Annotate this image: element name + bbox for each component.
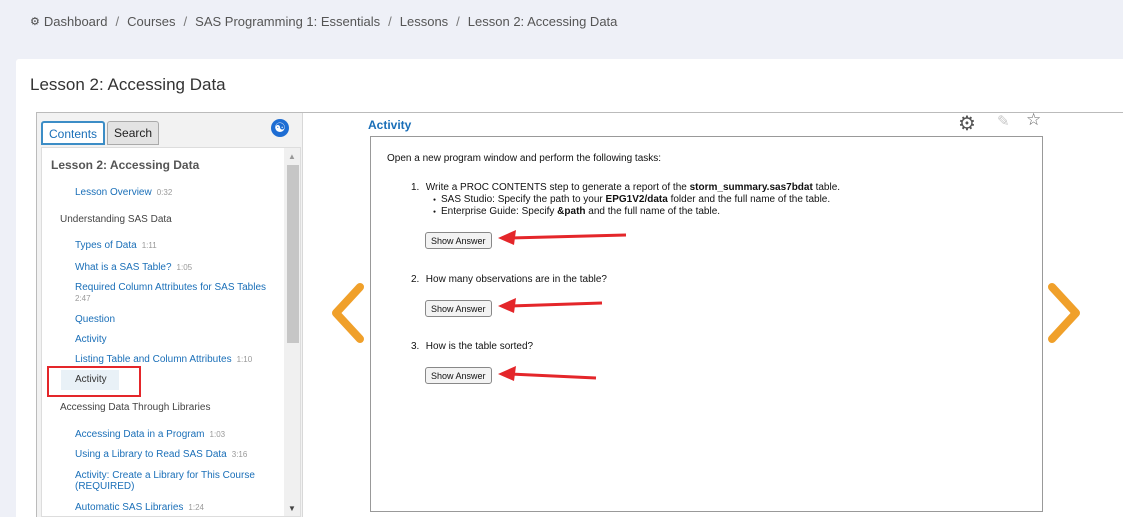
toc-item-listing-attributes[interactable]: Listing Table and Column Attributes 1:10 bbox=[75, 354, 252, 365]
toc-item-lesson-overview[interactable]: Lesson Overview 0:32 bbox=[75, 187, 172, 198]
question-bold-text: storm_summary.sas7bdat bbox=[689, 182, 813, 193]
toc-item-accessing-data-program[interactable]: Accessing Data in a Program 1:03 bbox=[75, 429, 225, 440]
toc-section-accessing-libraries[interactable]: Accessing Data Through Libraries bbox=[60, 402, 210, 413]
breadcrumb-courses[interactable]: Courses bbox=[127, 14, 175, 29]
question-text: Write a PROC CONTENTS step to generate a… bbox=[425, 182, 690, 193]
toc-item-duration: 1:05 bbox=[176, 263, 193, 272]
breadcrumb-current: Lesson 2: Accessing Data bbox=[467, 14, 618, 29]
table-of-contents: Lesson 2: Accessing Data Lesson Overview… bbox=[41, 147, 301, 517]
page-title: Lesson 2: Accessing Data bbox=[30, 75, 226, 94]
toc-item-duration: 1:03 bbox=[209, 430, 226, 439]
toc-item-duration: 1:11 bbox=[141, 241, 157, 250]
toc-item-activity[interactable]: Activity bbox=[75, 334, 107, 345]
bullet-text: SAS Studio: Specify the path to your bbox=[441, 194, 606, 205]
toc-item-label: Activity: Create a Library for This Cour… bbox=[75, 470, 255, 481]
toc-item-label: Lesson Overview bbox=[75, 187, 152, 198]
bullet-text: and the full name of the table. bbox=[585, 206, 721, 217]
toc-item-label: Using a Library to Read SAS Data bbox=[75, 449, 227, 460]
toc-item-label: Listing Table and Column Attributes bbox=[75, 354, 232, 365]
tab-contents[interactable]: Contents bbox=[41, 121, 106, 145]
question-1: 1. Write a PROC CONTENTS step to generat… bbox=[411, 182, 840, 193]
tab-search[interactable]: Search bbox=[107, 121, 160, 145]
annotation-arrow bbox=[498, 230, 627, 245]
toc-heading[interactable]: Lesson 2: Accessing Data bbox=[51, 158, 199, 172]
accessibility-icon[interactable]: ☯ bbox=[271, 119, 289, 137]
question-1-bullet-1: SAS Studio: Specify the path to your EPG… bbox=[433, 194, 831, 205]
toc-section-understanding[interactable]: Understanding SAS Data bbox=[60, 214, 172, 225]
activity-panel: Open a new program window and perform th… bbox=[370, 136, 1043, 512]
toc-item-label: Required Column Attributes for SAS Table… bbox=[75, 282, 267, 293]
bullet-bold-text: &path bbox=[557, 206, 586, 217]
toc-item-using-library[interactable]: Using a Library to Read SAS Data 3:16 bbox=[75, 449, 247, 460]
toc-item-types-of-data[interactable]: Types of Data 1:11 bbox=[75, 240, 157, 251]
breadcrumb-separator: / bbox=[456, 14, 460, 29]
annotation-highlight-box bbox=[47, 366, 141, 397]
star-icon[interactable]: ☆ bbox=[1026, 110, 1041, 130]
breadcrumb-separator: / bbox=[388, 14, 392, 29]
toc-item-create-library-required[interactable]: (REQUIRED) bbox=[75, 481, 134, 492]
question-2: 2. How many observations are in the tabl… bbox=[411, 274, 607, 285]
show-answer-button-1[interactable]: Show Answer bbox=[425, 232, 492, 249]
question-3: 3. How is the table sorted? bbox=[411, 341, 533, 352]
show-answer-button-3[interactable]: Show Answer bbox=[425, 367, 492, 384]
breadcrumb-course[interactable]: SAS Programming 1: Essentials bbox=[195, 14, 380, 29]
breadcrumb-dashboard[interactable]: Dashboard bbox=[44, 14, 108, 29]
annotation-arrow bbox=[498, 366, 597, 381]
previous-arrow-icon[interactable] bbox=[328, 282, 368, 344]
content-title: Activity bbox=[368, 118, 412, 132]
toc-item-question[interactable]: Question bbox=[75, 314, 115, 325]
toc-item-create-library[interactable]: Activity: Create a Library for This Cour… bbox=[75, 470, 255, 481]
breadcrumb-separator: / bbox=[183, 14, 188, 29]
bullet-text: folder and the full name of the table. bbox=[667, 194, 831, 205]
toc-item-label: What is a SAS Table? bbox=[75, 262, 172, 273]
breadcrumb: ⚙ Dashboard / Courses / SAS Programming … bbox=[30, 14, 617, 29]
scroll-down-icon[interactable]: ▼ bbox=[288, 504, 296, 513]
toc-item-duration: 1:24 bbox=[188, 503, 204, 512]
toc-item-automatic-libraries[interactable]: Automatic SAS Libraries 1:24 bbox=[75, 502, 204, 513]
gear-icon[interactable]: ⚙ bbox=[958, 111, 976, 136]
activity-intro: Open a new program window and perform th… bbox=[387, 153, 662, 164]
question-number: 1. bbox=[411, 182, 420, 193]
toc-item-required-column-attributes[interactable]: Required Column Attributes for SAS Table… bbox=[75, 282, 266, 293]
question-text: How many observations are in the table? bbox=[425, 274, 607, 285]
pencil-icon[interactable]: ✎ bbox=[997, 112, 1010, 130]
bullet-text: Enterprise Guide: Specify bbox=[441, 206, 558, 217]
show-answer-button-2[interactable]: Show Answer bbox=[425, 300, 492, 317]
toc-item-duration: 1:10 bbox=[236, 355, 253, 364]
next-arrow-icon[interactable] bbox=[1044, 282, 1084, 344]
annotation-arrow bbox=[498, 298, 603, 313]
toc-item-duration: 2:47 bbox=[75, 294, 91, 303]
toc-item-duration: 0:32 bbox=[156, 188, 173, 197]
question-number: 3. bbox=[411, 341, 420, 352]
toc-item-duration: 3:16 bbox=[231, 450, 248, 459]
bullet-bold-text: EPG1V2/data bbox=[605, 194, 668, 205]
breadcrumb-separator: / bbox=[115, 14, 120, 29]
question-text: table. bbox=[812, 182, 841, 193]
question-1-bullet-2: Enterprise Guide: Specify &path and the … bbox=[433, 206, 721, 217]
toc-item-label: Automatic SAS Libraries bbox=[75, 502, 184, 513]
toc-scrollbar[interactable]: ▲ ▼ bbox=[284, 148, 300, 516]
toc-item-label: Types of Data bbox=[75, 240, 137, 251]
toc-item-label: Accessing Data in a Program bbox=[75, 429, 205, 440]
toc-item-what-is-sas-table[interactable]: What is a SAS Table? 1:05 bbox=[75, 262, 192, 273]
scrollbar-thumb[interactable] bbox=[287, 165, 299, 343]
question-number: 2. bbox=[411, 274, 420, 285]
breadcrumb-lessons[interactable]: Lessons bbox=[400, 14, 448, 29]
scroll-up-icon[interactable]: ▲ bbox=[288, 152, 296, 161]
sidebar-tabs: Contents Search bbox=[41, 121, 161, 145]
sidebar: Contents Search ☯ Lesson 2: Accessing Da… bbox=[37, 113, 303, 517]
question-text: How is the table sorted? bbox=[425, 341, 534, 352]
dashboard-icon[interactable]: ⚙ bbox=[30, 15, 40, 28]
